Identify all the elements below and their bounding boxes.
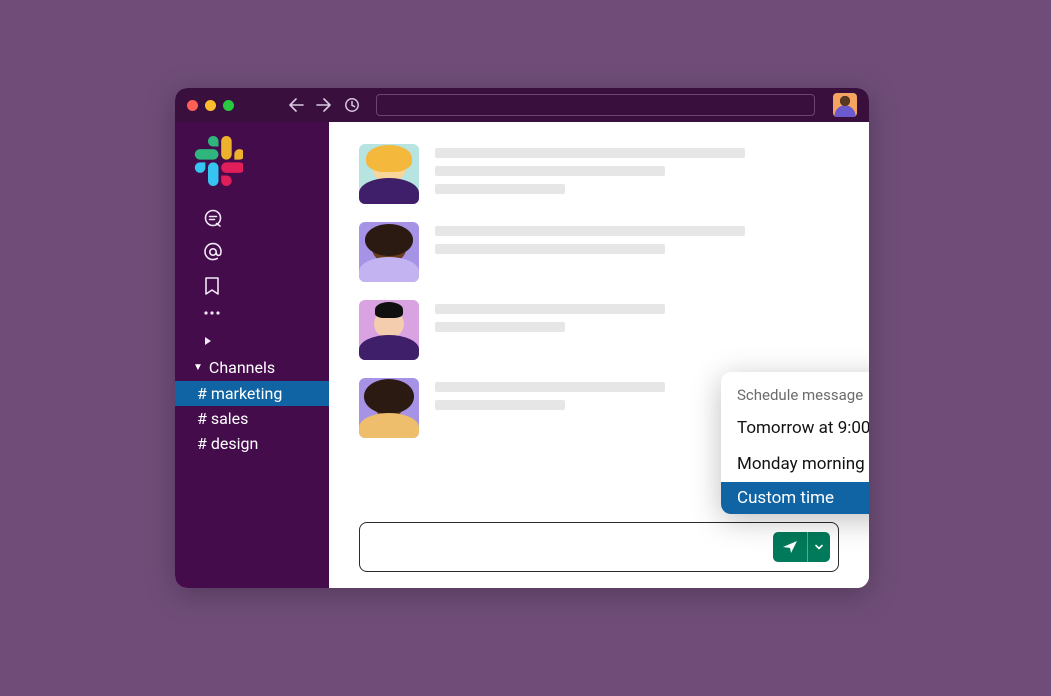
send-button[interactable] xyxy=(773,532,808,562)
window-controls xyxy=(187,100,234,111)
slack-logo xyxy=(175,130,329,204)
sidebar: ▼ Channels # marketing # sales # design xyxy=(175,122,329,588)
user-avatar[interactable] xyxy=(833,93,857,117)
message-item xyxy=(359,300,839,360)
history-nav xyxy=(288,97,360,113)
channels-header[interactable]: ▼ Channels xyxy=(175,352,329,381)
mentions-icon[interactable] xyxy=(203,242,329,262)
popup-header: Schedule message xyxy=(721,372,869,410)
send-button-group xyxy=(773,532,830,562)
message-pane: Schedule message Tomorrow at 9:00 AM Mon… xyxy=(329,122,869,588)
schedule-option-tomorrow[interactable]: Tomorrow at 9:00 AM xyxy=(721,410,869,446)
back-button[interactable] xyxy=(288,98,304,112)
expand-icon[interactable] xyxy=(203,330,329,346)
channel-sales[interactable]: # sales xyxy=(175,406,329,431)
maximize-window-button[interactable] xyxy=(223,100,234,111)
bookmark-icon[interactable] xyxy=(203,276,329,296)
minimize-window-button[interactable] xyxy=(205,100,216,111)
app-body: ▼ Channels # marketing # sales # design xyxy=(175,122,869,588)
channels-list: # marketing # sales # design xyxy=(175,381,329,456)
app-window: ▼ Channels # marketing # sales # design xyxy=(175,88,869,588)
schedule-message-popup: Schedule message Tomorrow at 9:00 AM Mon… xyxy=(721,372,869,514)
channel-marketing[interactable]: # marketing xyxy=(175,381,329,406)
message-body-placeholder xyxy=(435,222,839,282)
search-input[interactable] xyxy=(376,94,815,116)
message-body-placeholder xyxy=(435,144,839,204)
more-icon[interactable] xyxy=(203,310,329,316)
sidebar-icon-list xyxy=(175,204,329,352)
send-options-button[interactable] xyxy=(808,532,830,562)
message-item xyxy=(359,144,839,204)
schedule-option-custom[interactable]: Custom time xyxy=(721,482,869,514)
message-avatar xyxy=(359,300,419,360)
title-bar xyxy=(175,88,869,122)
forward-button[interactable] xyxy=(316,98,332,112)
message-avatar xyxy=(359,378,419,438)
channel-design[interactable]: # design xyxy=(175,431,329,456)
threads-icon[interactable] xyxy=(203,208,329,228)
message-item xyxy=(359,222,839,282)
schedule-option-monday[interactable]: Monday morning at 9:00 AM xyxy=(721,446,869,482)
message-composer[interactable] xyxy=(359,522,839,572)
caret-down-icon: ▼ xyxy=(193,362,203,373)
message-avatar xyxy=(359,144,419,204)
message-avatar xyxy=(359,222,419,282)
close-window-button[interactable] xyxy=(187,100,198,111)
channels-label: Channels xyxy=(209,358,275,377)
message-body-placeholder xyxy=(435,300,839,360)
history-icon[interactable] xyxy=(344,97,360,113)
